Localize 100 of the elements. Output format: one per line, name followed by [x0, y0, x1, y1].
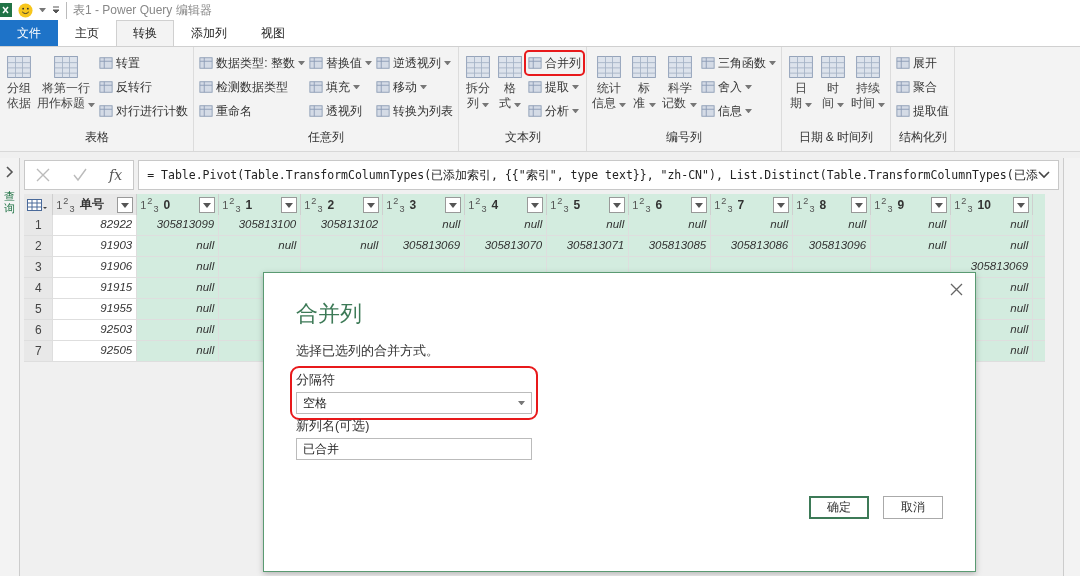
ribbon-button[interactable]: 日 期 [785, 51, 816, 129]
ribbon-button[interactable]: 重命名 [198, 101, 306, 121]
close-icon[interactable] [950, 283, 963, 296]
ribbon-button[interactable]: 检测数据类型 [198, 77, 306, 97]
tool-icon [464, 53, 492, 81]
ribbon-button[interactable]: 展开 [895, 53, 951, 73]
filter-dropdown-icon[interactable] [445, 196, 462, 213]
ribbon-button[interactable]: 统计 信息 [591, 51, 628, 129]
filter-dropdown-icon[interactable] [851, 196, 868, 213]
ribbon-tab[interactable]: 转换 [116, 20, 174, 46]
table-cell: null [871, 236, 952, 257]
column-name-field[interactable]: 已合并 [296, 438, 532, 460]
ribbon-button[interactable]: 移动 [375, 77, 454, 97]
ribbon-button[interactable]: 透视列 [308, 101, 373, 121]
column-header[interactable]: 0 [163, 197, 171, 212]
separator-dropdown[interactable]: 空格 [296, 392, 532, 414]
ribbon-tab[interactable]: 文件 [0, 20, 58, 46]
tool-icon [199, 104, 214, 118]
ribbon-button[interactable]: 提取 [527, 77, 582, 97]
column-header[interactable]: 2 [327, 197, 335, 212]
tool-icon [309, 80, 323, 94]
formula-text: = Table.Pivot(Table.TransformColumnTypes(已添加索引, {{"索引", type text}}, "zh-CN"), List.Distinct(Table.TransformColumnTypes(已添 [147, 167, 1038, 183]
ribbon-button[interactable]: 逆透视列 [375, 53, 454, 73]
column-header[interactable]: 6 [655, 197, 663, 212]
filter-dropdown-icon[interactable] [931, 196, 948, 213]
tool-icon [896, 80, 911, 94]
table-cell: null [871, 215, 952, 236]
column-header[interactable]: 7 [737, 197, 745, 212]
chevron-icon[interactable] [1037, 171, 1050, 179]
column-header[interactable]: 4 [491, 197, 499, 212]
ok-button[interactable]: 确定 [809, 496, 869, 519]
tool-icon [99, 80, 114, 94]
tool-icon [99, 104, 114, 118]
column-header[interactable]: 8 [819, 197, 827, 212]
ribbon-button[interactable]: 分析 [527, 101, 582, 121]
ribbon-button[interactable]: 持续 时间 [849, 51, 887, 129]
queries-pane-label[interactable]: 查询 [4, 190, 16, 215]
ribbon-button[interactable]: 聚合 [895, 77, 951, 97]
tool-icon [199, 80, 214, 94]
ribbon-button[interactable]: 科学 记数 [661, 51, 698, 129]
tool-icon [496, 53, 524, 81]
tool-icon [786, 53, 815, 81]
filter-dropdown-icon[interactable] [281, 196, 298, 213]
customize-icon[interactable] [52, 6, 60, 14]
filter-dropdown-icon[interactable] [199, 196, 216, 213]
table-cell: null [219, 236, 302, 257]
tool-icon [376, 104, 390, 118]
filter-dropdown-icon[interactable] [363, 196, 380, 213]
ribbon-button[interactable]: 转置 [98, 53, 190, 73]
table-menu-icon[interactable] [27, 198, 48, 211]
column-header[interactable]: 1 [245, 197, 253, 212]
ribbon-button[interactable]: 合并列 [527, 53, 582, 73]
column-header[interactable]: 3 [409, 197, 417, 212]
group-label: 文本列 [503, 129, 542, 146]
ribbon-button[interactable]: 对行进行计数 [98, 101, 190, 121]
ribbon-button[interactable]: 转换为列表 [375, 101, 454, 121]
ribbon-button[interactable]: 将第一行 用作标题 [36, 51, 97, 129]
ribbon-button[interactable]: 提取值 [895, 101, 951, 121]
ribbon-button[interactable]: 信息 [699, 101, 777, 121]
ribbon-button[interactable]: 三角函数 [699, 53, 777, 73]
formula-field[interactable]: = Table.Pivot(Table.TransformColumnTypes(已添加索引, {{"索引", type text}}, "zh-CN"), List.Distinct(Table.TransformColumnTypes(已添 [138, 160, 1059, 190]
filter-dropdown-icon[interactable] [773, 196, 790, 213]
ribbon-button[interactable]: 拆分 列 [463, 51, 493, 129]
table-cell: null [137, 341, 220, 362]
group-label: 任意列 [307, 129, 346, 146]
column-header[interactable]: 单号 [79, 196, 104, 213]
table-cell: null [137, 257, 220, 278]
tool-icon [700, 104, 715, 118]
group-label: 编号列 [664, 129, 703, 146]
tool-icon [528, 80, 542, 94]
column-header[interactable]: 10 [977, 197, 991, 212]
ribbon-button[interactable]: 分组 依据 [4, 51, 34, 129]
column-header[interactable]: 5 [573, 197, 581, 212]
ribbon-button[interactable]: 替换值 [308, 53, 373, 73]
ribbon-button[interactable]: 时 间 [817, 51, 848, 129]
filter-dropdown-icon[interactable] [527, 196, 544, 213]
ribbon-button[interactable]: 反转行 [98, 77, 190, 97]
spreadsheet-icon[interactable] [0, 3, 12, 17]
ribbon-button[interactable]: 舍入 [699, 77, 777, 97]
window-title: 表1 - Power Query 编辑器 [66, 1, 212, 19]
ribbon-button[interactable]: 数据类型: 整数 [198, 53, 306, 73]
expand-icon[interactable] [5, 166, 14, 178]
smiley-icon[interactable] [18, 2, 33, 18]
row-number: 5 [24, 299, 54, 320]
group-label: 日期 & 时间列 [797, 129, 875, 146]
ribbon-button[interactable]: 格 式 [495, 51, 525, 129]
filter-dropdown-icon[interactable] [117, 196, 134, 213]
tool-icon [376, 80, 390, 94]
function-label[interactable]: fx [108, 167, 123, 183]
filter-dropdown-icon[interactable] [691, 196, 708, 213]
table-cell: 91906 [53, 257, 138, 278]
filter-dropdown-icon[interactable] [609, 196, 626, 213]
ribbon-button[interactable]: 标 准 [629, 51, 660, 129]
ribbon-button[interactable]: 填充 [308, 77, 373, 97]
tool-icon [896, 56, 911, 70]
cancel-button[interactable]: 取消 [883, 496, 943, 519]
filter-dropdown-icon[interactable] [1013, 196, 1030, 213]
check-icon[interactable] [72, 168, 87, 182]
column-header[interactable]: 9 [897, 197, 905, 212]
table-cell: 305813069 [383, 236, 466, 257]
